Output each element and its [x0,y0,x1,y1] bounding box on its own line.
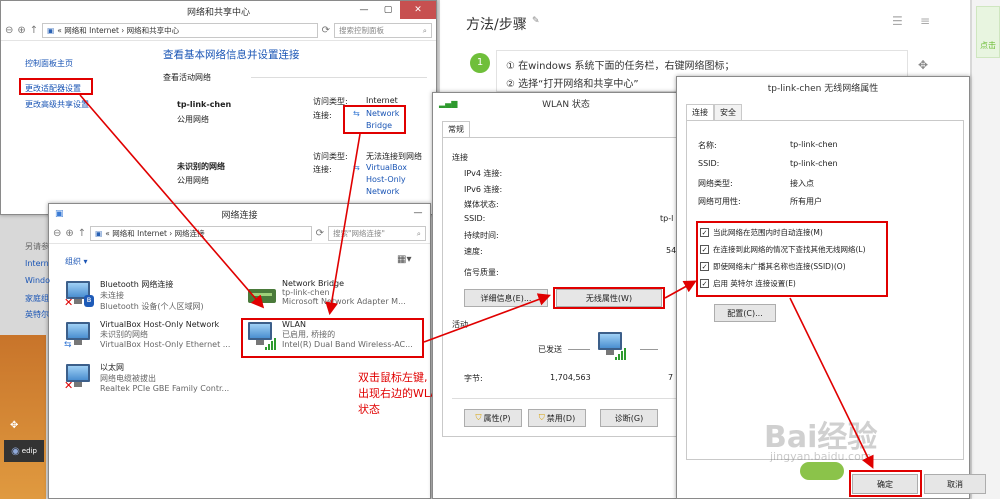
arrow-wlan-to-status [423,293,552,343]
arrow-checkboxes-to-ok [789,297,874,469]
arrow-props-to-window [664,280,697,299]
arrow-bridge-to-wlan [325,133,361,316]
annotation-arrows [79,94,874,469]
arrow-adapter-to-bridge [79,94,265,309]
